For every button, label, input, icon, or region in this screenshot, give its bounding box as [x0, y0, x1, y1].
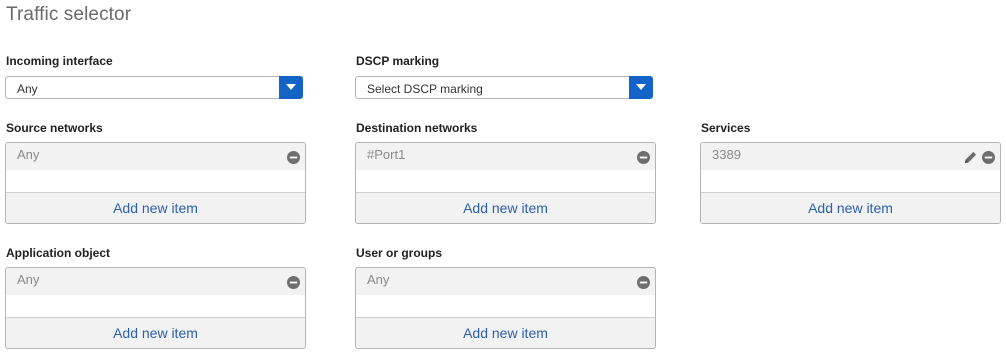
source-networks-list: Any Add new item — [5, 142, 306, 224]
list-item: 3389 — [701, 143, 1000, 193]
user-or-groups-list: Any Add new item — [355, 267, 656, 349]
dscp-marking-label: DSCP marking — [356, 54, 440, 68]
minus-circle-icon[interactable] — [637, 276, 650, 289]
source-networks-item-text: Any — [17, 147, 40, 162]
destination-networks-item-text: #Port1 — [367, 147, 406, 162]
dscp-marking-dropdown-button[interactable] — [629, 76, 653, 99]
application-object-label: Application object — [6, 246, 111, 260]
pencil-icon[interactable] — [963, 150, 978, 165]
user-or-groups-label: User or groups — [356, 246, 443, 260]
incoming-interface-value: Any — [17, 82, 38, 96]
incoming-interface-label: Incoming interface — [6, 54, 113, 68]
services-list: 3389 Add new item — [700, 142, 1001, 224]
caret-down-icon — [286, 84, 296, 90]
dscp-marking-select[interactable]: Select DSCP marking — [355, 76, 653, 99]
list-item: Any — [6, 143, 305, 193]
section-title: Traffic selector — [6, 4, 132, 25]
application-object-list: Any Add new item — [5, 267, 306, 349]
incoming-interface-select[interactable]: Any — [5, 76, 303, 99]
application-object-item-text: Any — [17, 272, 40, 287]
application-object-add-button[interactable]: Add new item — [6, 318, 305, 348]
destination-networks-label: Destination networks — [356, 121, 478, 135]
user-or-groups-item-text: Any — [367, 272, 390, 287]
minus-circle-icon[interactable] — [287, 276, 300, 289]
user-or-groups-add-button[interactable]: Add new item — [356, 318, 655, 348]
list-item: Any — [356, 268, 655, 318]
list-item: Any — [6, 268, 305, 318]
destination-networks-list: #Port1 Add new item — [355, 142, 656, 224]
minus-circle-icon[interactable] — [982, 151, 995, 164]
dscp-marking-value: Select DSCP marking — [367, 82, 483, 96]
destination-networks-add-button[interactable]: Add new item — [356, 193, 655, 223]
services-add-button[interactable]: Add new item — [701, 193, 1000, 223]
incoming-interface-dropdown-button[interactable] — [279, 76, 303, 99]
minus-circle-icon[interactable] — [637, 151, 650, 164]
source-networks-add-button[interactable]: Add new item — [6, 193, 305, 223]
list-item: #Port1 — [356, 143, 655, 193]
minus-circle-icon[interactable] — [287, 151, 300, 164]
source-networks-label: Source networks — [6, 121, 103, 135]
services-label: Services — [701, 121, 751, 135]
services-item-text: 3389 — [712, 147, 741, 162]
caret-down-icon — [636, 84, 646, 90]
